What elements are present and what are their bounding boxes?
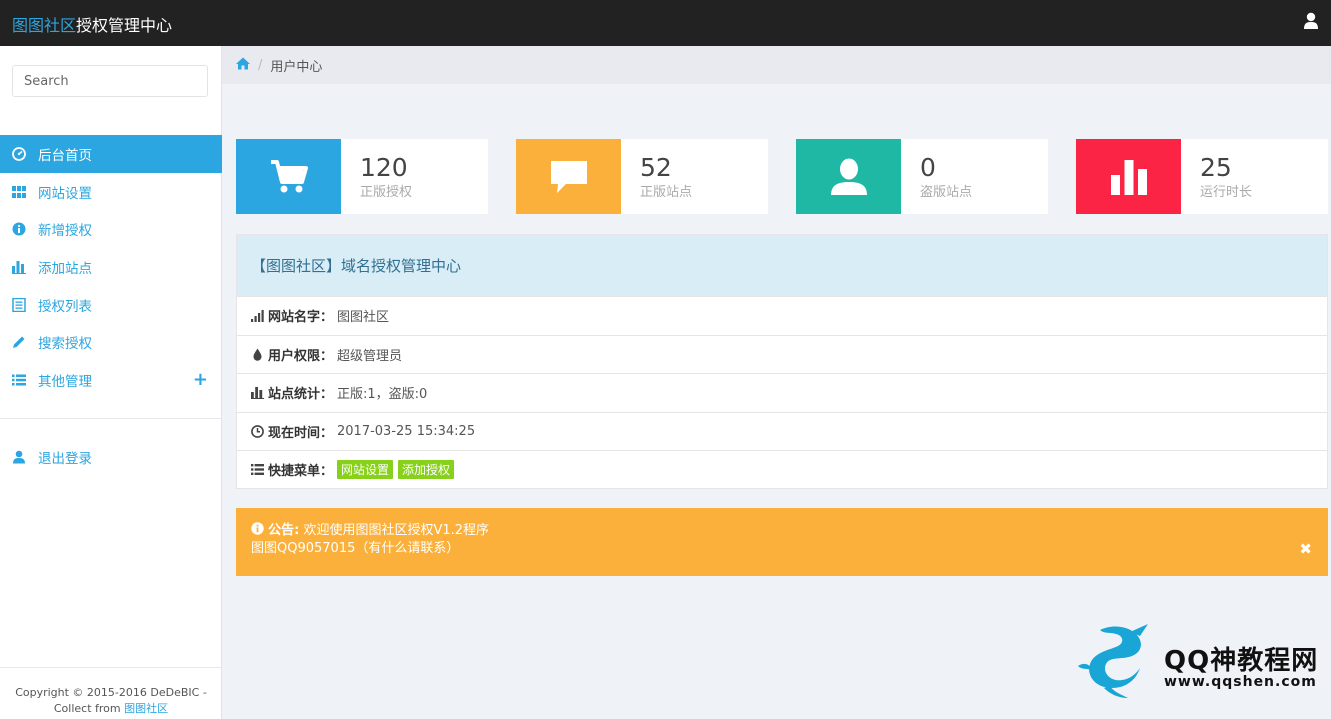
sidebar-item-label: 添加站点 (38, 260, 92, 277)
user-icon (830, 158, 867, 195)
sidebar-item-label: 搜索授权 (38, 336, 92, 353)
info-value: 图图社区 (337, 310, 390, 326)
clock-icon (251, 424, 264, 438)
sidebar-item-label: 网站设置 (38, 185, 92, 202)
user-icon (12, 450, 26, 464)
info-panel: 【图图社区】域名授权管理中心 网站名字： 图图社区 用户权限： 超级管理员 站点… (236, 234, 1328, 489)
stat-value: 120 (360, 153, 408, 182)
notice-banner: 公告: 欢迎使用图图社区授权V1.2程序 图图QQ9057015（有什么请联系）… (236, 508, 1328, 576)
stat-icon-box (516, 139, 621, 214)
stat-label: 正版站点 (640, 185, 693, 200)
sidebar-item-label: 后台首页 (38, 147, 92, 164)
close-icon[interactable]: ✖ (1299, 540, 1312, 558)
panel-title: 【图图社区】域名授权管理中心 (237, 235, 1327, 296)
list-alt-icon (12, 297, 26, 312)
info-key: 现在时间： (268, 425, 334, 441)
home-icon[interactable] (236, 57, 250, 74)
breadcrumb-separator: / (258, 57, 263, 73)
stat-icon-box (1076, 139, 1181, 214)
info-value: 正版:1，盗版:0 (337, 387, 428, 403)
tint-icon (251, 348, 264, 361)
expand-icon[interactable]: + (193, 369, 208, 390)
notice-line-2: 图图QQ9057015（有什么请联系） (251, 541, 460, 556)
info-row-site-stats: 站点统计： 正版:1，盗版:0 (237, 373, 1327, 412)
sidebar-item-dashboard[interactable]: 后台首页 (0, 135, 222, 173)
logout-label: 退出登录 (38, 450, 92, 467)
brand-title[interactable]: 图图社区授权管理中心 (12, 12, 172, 36)
info-icon (251, 522, 264, 538)
stat-label: 运行时长 (1200, 185, 1253, 200)
info-row-quick-menu: 快捷菜单： 网站设置 添加授权 (237, 450, 1327, 489)
stat-label: 盗版站点 (920, 185, 973, 200)
comment-icon (550, 160, 587, 193)
info-key: 快捷菜单： (268, 464, 334, 480)
footer-link[interactable]: 图图社区 (124, 702, 168, 715)
bar-chart-icon (12, 260, 26, 274)
notice-title: 公告: (268, 523, 300, 538)
quick-link-site-settings[interactable]: 网站设置 (337, 460, 394, 480)
sidebar-logout-group: 退出登录 (0, 438, 222, 476)
signal-icon (251, 309, 264, 323)
info-row-site-name: 网站名字： 图图社区 (237, 296, 1327, 335)
logout-button[interactable]: 退出登录 (0, 438, 222, 476)
watermark: QQ神教程网 www.qqshen.com (1070, 622, 1320, 702)
sidebar-nav: 后台首页 网站设置 新增授权 添加站点 授权列表 搜索授权 其他管理 + (0, 135, 222, 399)
breadcrumb-current: 用户中心 (270, 59, 323, 75)
list-icon (12, 373, 26, 387)
stat-value: 25 (1200, 153, 1232, 182)
stat-icon-box (796, 139, 901, 214)
stat-card-runtime: 25 运行时长 (1076, 139, 1328, 214)
notice-text: 欢迎使用图图社区授权V1.2程序 (303, 523, 490, 538)
sidebar-item-search-license[interactable]: 搜索授权 (0, 323, 222, 361)
sidebar-item-site-settings[interactable]: 网站设置 (0, 173, 222, 211)
info-icon (12, 222, 26, 236)
search-input[interactable] (12, 65, 208, 97)
pencil-icon (12, 335, 26, 349)
breadcrumb: / 用户中心 (222, 46, 1331, 84)
quick-link-add-license[interactable]: 添加授权 (398, 460, 455, 480)
footer-collect-prefix: Collect from (53, 702, 125, 715)
stat-card-licensed: 120 正版授权 (236, 139, 488, 214)
footer-collect: Collect from 图图社区 (0, 701, 222, 717)
sidebar-footer: Copyright © 2015-2016 DeDeBIC - Collect … (0, 667, 222, 719)
brand-highlight: 图图社区 (12, 16, 77, 35)
sidebar-item-add-license[interactable]: 新增授权 (0, 210, 222, 248)
notice-line-1: 公告: 欢迎使用图图社区授权V1.2程序 (251, 522, 1328, 540)
sidebar-item-label: 其他管理 (38, 373, 92, 390)
info-key: 网站名字： (268, 310, 334, 326)
stat-card-licensed-sites: 52 正版站点 (516, 139, 768, 214)
sidebar-item-add-site[interactable]: 添加站点 (0, 248, 222, 286)
info-key: 用户权限： (268, 348, 334, 364)
stat-icon-box (236, 139, 341, 214)
sidebar-item-label: 授权列表 (38, 298, 92, 315)
footer-copyright: Copyright © 2015-2016 DeDeBIC - (15, 686, 207, 699)
sidebar-item-other-management[interactable]: 其他管理 + (0, 361, 222, 399)
cart-icon (270, 159, 308, 192)
brand-rest: 授权管理中心 (76, 16, 173, 35)
bar-chart-icon (1110, 159, 1147, 195)
top-navbar: 图图社区授权管理中心 (0, 0, 1331, 46)
info-key: 站点统计： (268, 387, 334, 403)
bar-chart-icon (251, 386, 264, 400)
stat-card-pirated-sites: 0 盗版站点 (796, 139, 1048, 214)
user-menu-button[interactable] (1303, 12, 1319, 30)
sidebar-divider (0, 418, 222, 419)
watermark-url: www.qqshen.com (1164, 674, 1317, 690)
stat-label: 正版授权 (360, 185, 413, 200)
dragon-logo (1078, 624, 1148, 698)
user-icon (1304, 12, 1318, 29)
dashboard-icon (12, 146, 26, 161)
sidebar-item-label: 新增授权 (38, 223, 92, 240)
watermark-title: QQ神教程网 (1164, 646, 1319, 676)
info-value: 2017-03-25 15:34:25 (337, 423, 476, 439)
info-value: 超级管理员 (337, 348, 403, 364)
list-icon (251, 463, 264, 476)
info-row-current-time: 现在时间： 2017-03-25 15:34:25 (237, 411, 1327, 451)
stat-value: 0 (920, 153, 936, 182)
sidebar: 后台首页 网站设置 新增授权 添加站点 授权列表 搜索授权 其他管理 + (0, 46, 222, 719)
sidebar-item-license-list[interactable]: 授权列表 (0, 286, 222, 324)
grid-icon (12, 185, 26, 199)
stat-value: 52 (640, 153, 672, 182)
info-row-user-role: 用户权限： 超级管理员 (237, 334, 1327, 374)
